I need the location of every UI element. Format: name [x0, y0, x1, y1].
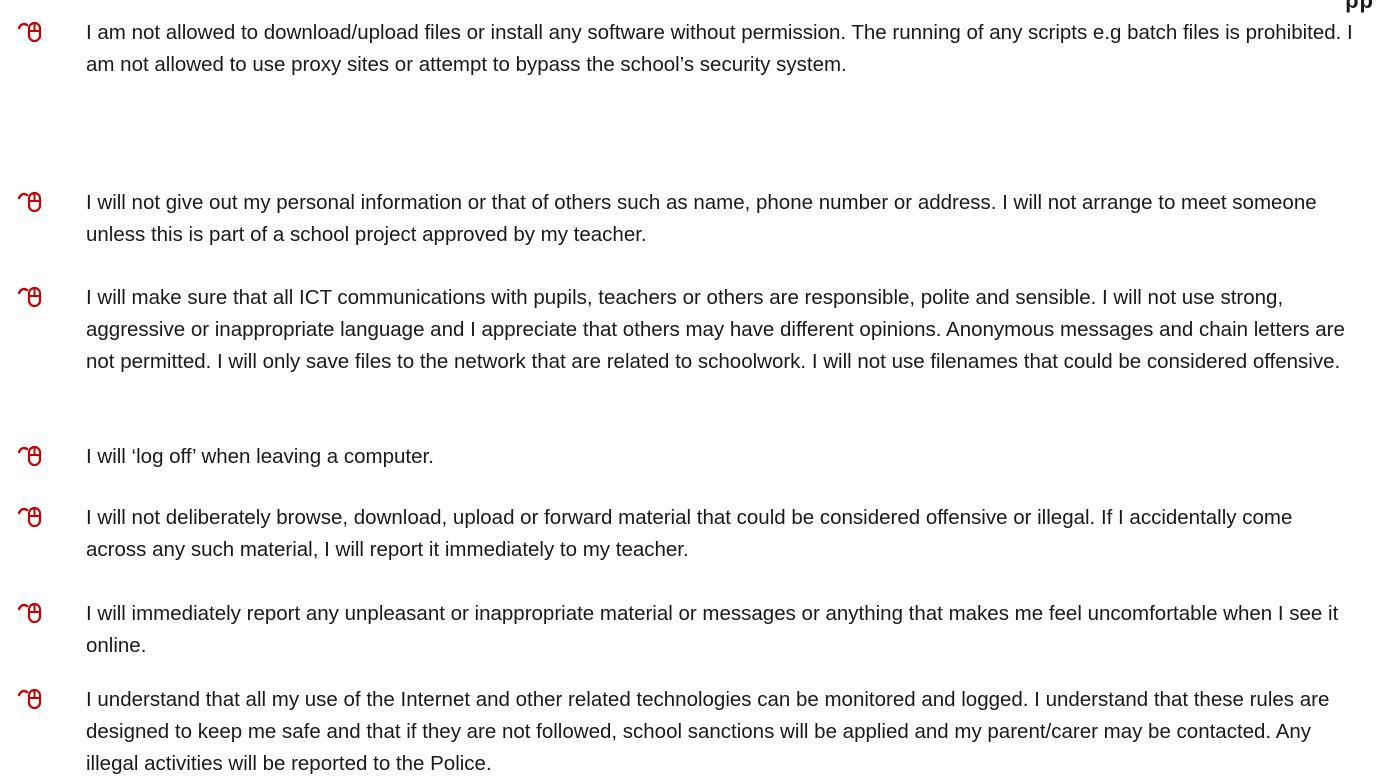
- rule-text: I am not allowed to download/upload file…: [86, 21, 1353, 77]
- mouse-icon: [18, 445, 42, 467]
- heading-fragment: pp: [1345, 0, 1374, 13]
- rule-text: I understand that all my use of the Inte…: [86, 688, 1330, 776]
- rule-text: I will not give out my personal informat…: [86, 191, 1317, 247]
- document-page: pp I am not allowed to download/upload f…: [0, 0, 1378, 775]
- rule-text: I will make sure that all ICT communicat…: [86, 286, 1345, 374]
- mouse-icon: [18, 506, 42, 528]
- rule-text: I will ‘log off’ when leaving a computer…: [86, 445, 434, 468]
- mouse-icon: [18, 21, 42, 43]
- rule-text: I will not deliberately browse, download…: [86, 506, 1293, 562]
- mouse-icon: [18, 286, 42, 308]
- mouse-icon: [18, 191, 42, 213]
- mouse-icon: [18, 602, 42, 624]
- rule-text: I will immediately report any unpleasant…: [86, 602, 1339, 658]
- mouse-icon: [18, 688, 42, 710]
